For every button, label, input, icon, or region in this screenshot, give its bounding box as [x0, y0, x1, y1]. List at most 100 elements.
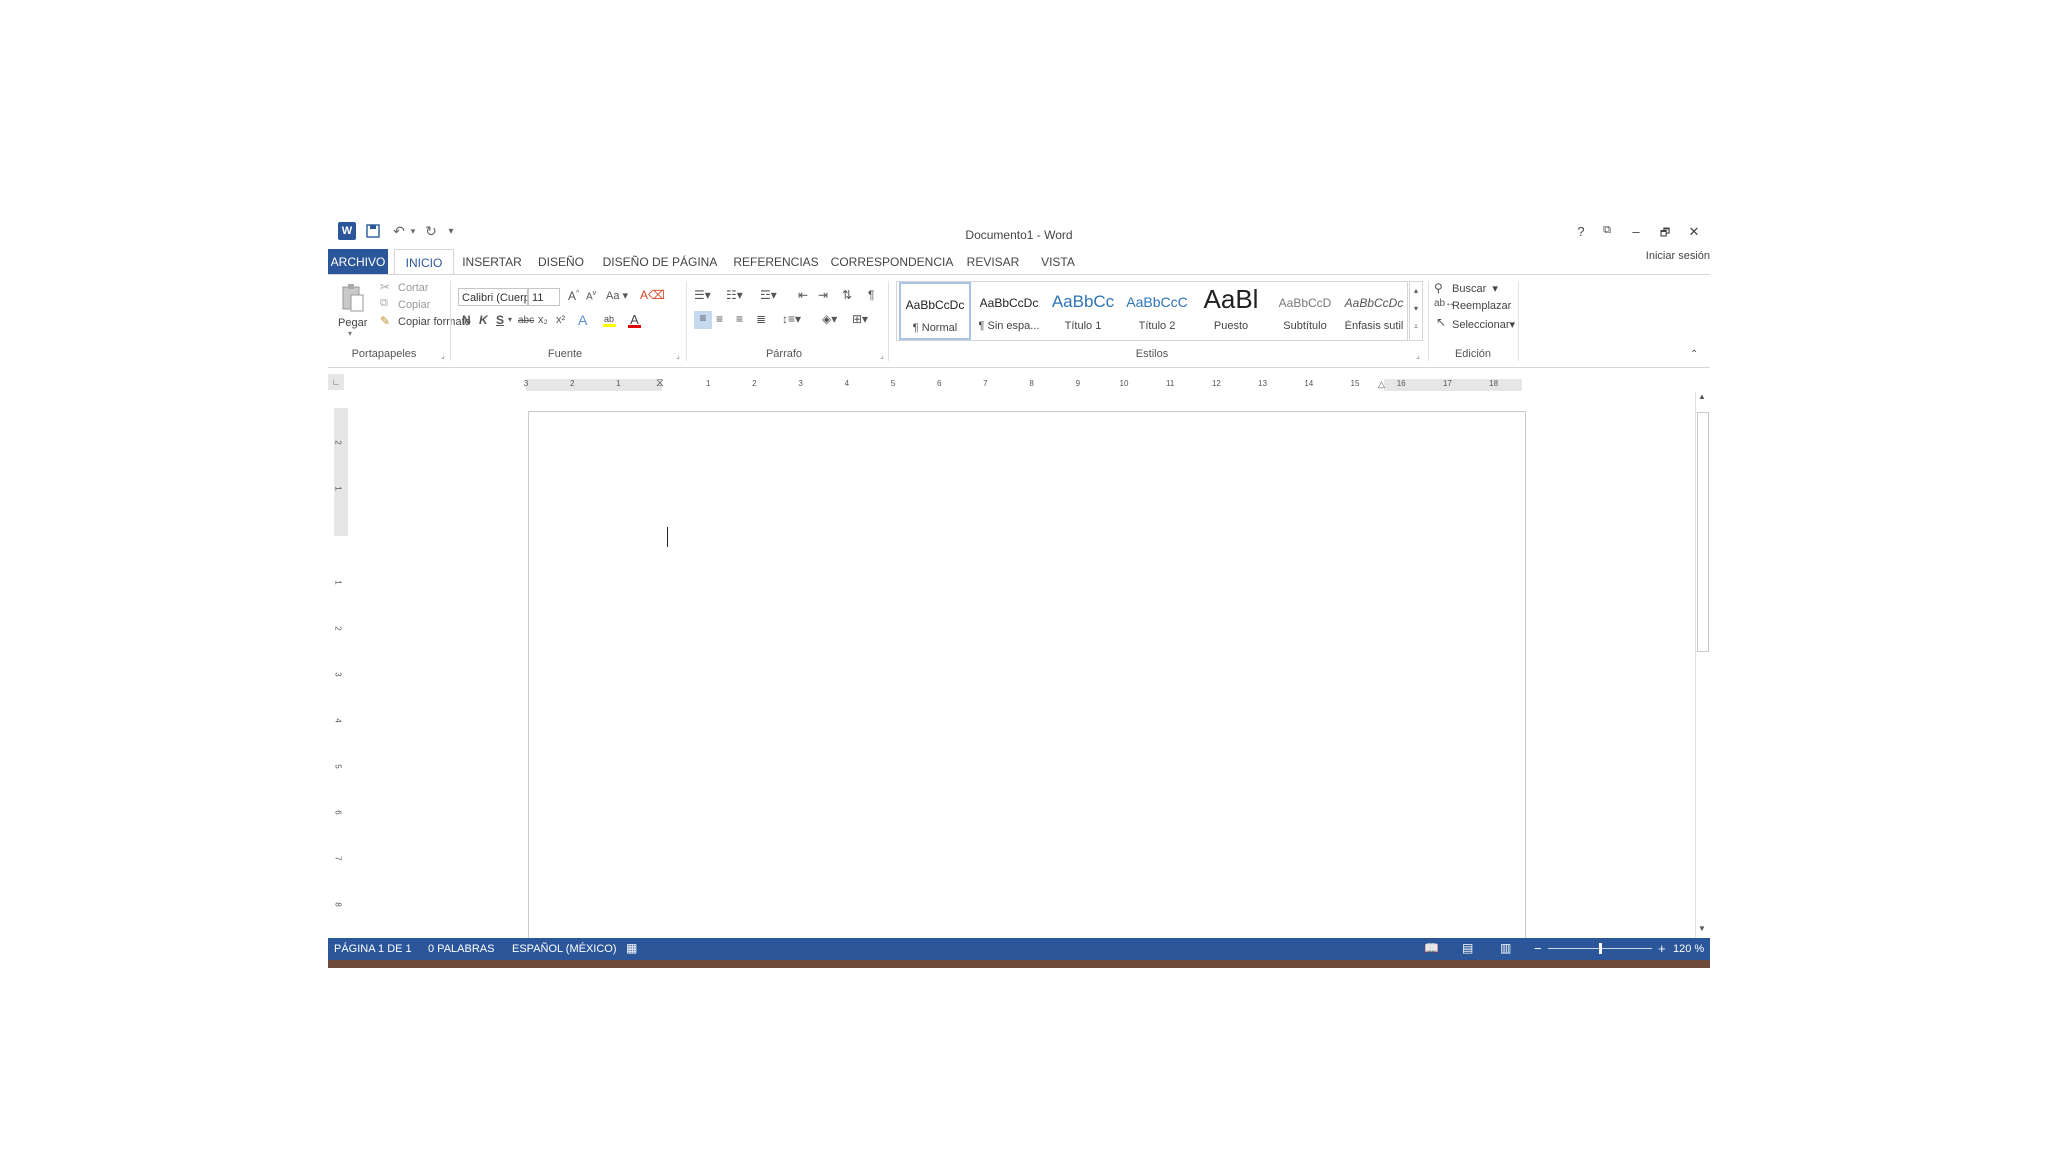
strikethrough-button[interactable]: abc	[518, 315, 534, 326]
restore-button[interactable]: 🗗	[1654, 224, 1676, 242]
read-mode-icon[interactable]: 📖	[1424, 941, 1439, 955]
subscript-button[interactable]: x₂	[538, 314, 548, 326]
zoom-slider[interactable]	[1548, 943, 1652, 954]
zoom-out-button[interactable]: −	[1534, 941, 1542, 956]
borders-icon[interactable]: ⊞▾	[852, 312, 868, 326]
paste-icon[interactable]	[340, 283, 364, 313]
style-subtitulo[interactable]: AaBbCcD Subtítulo	[1269, 282, 1341, 340]
scroll-up-icon[interactable]: ▲	[1698, 392, 1706, 401]
copy-icon[interactable]: ⧉	[380, 297, 388, 310]
tab-diseno-pagina[interactable]: DISEÑO DE PÁGINA	[598, 249, 722, 275]
replace-button[interactable]: Reemplazar	[1452, 300, 1511, 312]
align-right-icon[interactable]: ≡	[736, 312, 743, 326]
vertical-ruler-number: 1	[333, 580, 343, 585]
styles-launcher-icon[interactable]: ⌟	[1416, 351, 1420, 360]
help-button[interactable]: ?	[1570, 224, 1592, 242]
scrollbar-thumb[interactable]	[1697, 412, 1709, 652]
zoom-slider-thumb[interactable]	[1599, 943, 1602, 954]
grow-font-icon[interactable]: A^	[568, 289, 579, 303]
style-normal[interactable]: AaBbCcDc ¶ Normal	[899, 282, 971, 340]
multilevel-list-icon[interactable]: ☲▾	[760, 288, 777, 302]
document-page[interactable]	[528, 411, 1526, 953]
style-puesto[interactable]: AaBl Puesto	[1195, 282, 1267, 340]
copy-button[interactable]: Copiar	[398, 299, 430, 311]
style-sin-espaciado[interactable]: AaBbCcDc ¶ Sin espa...	[973, 282, 1045, 340]
signin-link[interactable]: Iniciar sesión	[1646, 250, 1710, 262]
tab-diseno[interactable]: DISEÑO	[532, 249, 590, 275]
select-button[interactable]: Seleccionar▾	[1452, 318, 1515, 331]
horizontal-ruler[interactable]: 3 2 1 1 2 3 4 5 6 7 8 9 10 11 12 13 14 15 16 17 18 ⧖ △	[524, 377, 1522, 391]
tab-insertar[interactable]: INSERTAR	[458, 249, 526, 275]
tab-inicio[interactable]: INICIO	[394, 249, 454, 276]
align-left-icon[interactable]: ≡	[694, 311, 712, 329]
zoom-in-button[interactable]: +	[1658, 941, 1666, 956]
binoculars-icon[interactable]: ⚲	[1434, 281, 1443, 295]
indent-marker-icon[interactable]: ⧖	[656, 377, 664, 390]
group-label-clipboard: Portapapeles	[351, 348, 417, 360]
numbering-icon[interactable]: ☷▾	[726, 288, 743, 302]
line-spacing-icon[interactable]: ↕≡▾	[782, 312, 801, 326]
tab-archivo[interactable]: ARCHIVO	[328, 249, 388, 275]
word-count[interactable]: 0 PALABRAS	[428, 943, 494, 955]
font-name-combo[interactable]: Calibri (Cuerpo	[458, 288, 528, 306]
find-button[interactable]: Buscar ▾	[1452, 282, 1498, 295]
text-effects-icon[interactable]: A	[578, 312, 587, 328]
tab-selector-icon[interactable]: ∟	[328, 374, 344, 390]
format-painter-button[interactable]: Copiar formato	[398, 316, 471, 328]
paste-button[interactable]: Pegar	[338, 317, 367, 329]
tab-correspondencia[interactable]: CORRESPONDENCIA	[830, 249, 954, 275]
tab-referencias[interactable]: REFERENCIAS	[730, 249, 822, 275]
bullets-icon[interactable]: ☰▾	[694, 288, 711, 302]
underline-dropdown-icon[interactable]: ▾	[508, 315, 512, 324]
font-launcher-icon[interactable]: ⌟	[676, 351, 680, 360]
close-button[interactable]: ✕	[1683, 224, 1705, 242]
shading-icon[interactable]: ◈▾	[822, 312, 837, 326]
sort-icon[interactable]: ⇅	[842, 288, 852, 302]
clear-formatting-icon[interactable]: A⌫	[640, 288, 665, 302]
change-case-icon[interactable]: Aa ▾	[606, 289, 628, 302]
right-indent-marker-icon[interactable]: △	[1378, 379, 1385, 390]
vertical-scrollbar[interactable]: ▲ ▼	[1695, 392, 1710, 938]
underline-button[interactable]: S	[496, 313, 504, 327]
align-center-icon[interactable]: ≡	[716, 312, 723, 326]
styles-scroll-icon[interactable]: ▴ ▾ ⩡	[1409, 281, 1423, 341]
proofing-icon[interactable]: ▦	[626, 941, 637, 955]
decrease-indent-icon[interactable]: ⇤	[798, 288, 808, 302]
ruler-number: 17	[1442, 379, 1452, 388]
page-count[interactable]: PÁGINA 1 DE 1	[334, 943, 412, 955]
ribbon-display-options-icon[interactable]: ⧉	[1596, 224, 1618, 242]
superscript-button[interactable]: x²	[556, 314, 565, 326]
clipboard-launcher-icon[interactable]: ⌟	[441, 351, 445, 360]
scroll-down-icon[interactable]: ▼	[1698, 924, 1706, 933]
cut-button[interactable]: Cortar	[398, 282, 429, 294]
minimize-button[interactable]: –	[1625, 224, 1647, 242]
format-painter-icon[interactable]: ✎	[380, 314, 390, 328]
vertical-ruler[interactable]: 2 1 1 2 3 4 5 6 7 8	[334, 408, 348, 938]
cut-icon[interactable]: ✂	[380, 280, 390, 294]
select-icon[interactable]: ↖	[1436, 315, 1446, 329]
increase-indent-icon[interactable]: ⇥	[818, 288, 828, 302]
paragraph-launcher-icon[interactable]: ⌟	[880, 351, 884, 360]
shrink-font-icon[interactable]: Av	[586, 290, 596, 302]
justify-icon[interactable]: ≣	[756, 312, 766, 326]
web-layout-icon[interactable]: ▥	[1500, 941, 1511, 955]
font-size-combo[interactable]: 11	[528, 288, 560, 306]
highlight-icon[interactable]: ab	[602, 312, 618, 331]
language-status[interactable]: ESPAÑOL (MÉXICO)	[512, 943, 617, 955]
italic-button[interactable]: K	[479, 313, 488, 327]
paste-dropdown-icon[interactable]: ▾	[348, 329, 352, 338]
style-titulo-1[interactable]: AaBbCc Título 1	[1047, 282, 1119, 340]
word-window: W ↶ ▾ ↻ ▾ Documento1 - Word ? ⧉ – 🗗 ✕ AR…	[328, 216, 1710, 968]
tab-vista[interactable]: VISTA	[1032, 249, 1084, 275]
font-color-icon[interactable]: A	[628, 312, 641, 328]
vertical-ruler-number: 5	[333, 764, 343, 769]
style-enfasis-sutil[interactable]: AaBbCcDc Énfasis sutil	[1343, 282, 1405, 340]
tab-revisar[interactable]: REVISAR	[962, 249, 1024, 275]
style-titulo-2[interactable]: AaBbCcC Título 2	[1121, 282, 1193, 340]
zoom-level[interactable]: 120 %	[1673, 943, 1704, 955]
group-label-editing: Edición	[1454, 348, 1492, 360]
show-formatting-icon[interactable]: ¶	[868, 288, 874, 302]
collapse-ribbon-icon[interactable]: ⌃	[1690, 349, 1698, 360]
bold-button[interactable]: N	[462, 313, 471, 327]
print-layout-icon[interactable]: ▤	[1462, 941, 1473, 955]
